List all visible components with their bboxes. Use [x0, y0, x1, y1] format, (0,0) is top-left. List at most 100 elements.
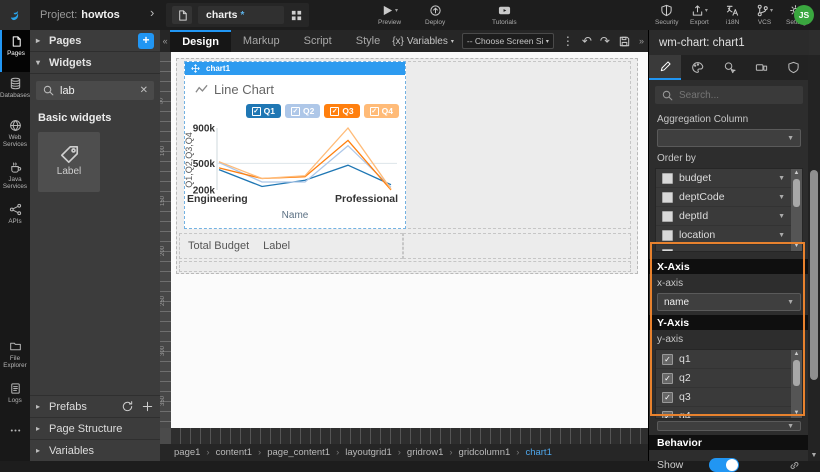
widget-search-input[interactable]	[60, 85, 135, 97]
properties-search-input[interactable]	[679, 90, 797, 101]
total-budget-label[interactable]: Total Budget	[188, 240, 249, 252]
move-icon[interactable]	[191, 64, 201, 74]
y-axis-row-q2[interactable]: ✓q2	[656, 369, 791, 388]
export-button[interactable]: ▾Export	[690, 3, 709, 26]
layout-grid[interactable]: Total Budget Label chart1 Line Chart ✓Q1…	[176, 58, 638, 274]
x-axis-select[interactable]: name ▼	[657, 293, 801, 311]
aggregation-column-select[interactable]: ▼	[657, 129, 801, 147]
checkbox-checked[interactable]: ✓	[662, 373, 673, 384]
legend-q3[interactable]: ✓Q3	[324, 104, 359, 118]
y-axis-row-q1[interactable]: ✓q1	[656, 350, 791, 369]
section-page-structure[interactable]: ▸Page Structure	[30, 417, 160, 439]
rail-item-java-services[interactable]: Java Services	[0, 156, 30, 198]
chart-widget-selection-header[interactable]: chart1	[185, 62, 405, 75]
i18n-button[interactable]: i18N	[726, 3, 739, 26]
checkbox-checked[interactable]: ✓	[662, 392, 673, 403]
chevron-down-icon[interactable]: ▼	[778, 251, 785, 252]
tab-devices[interactable]	[745, 55, 777, 80]
tab-markup[interactable]: Markup	[231, 30, 292, 52]
checkbox-checked[interactable]: ✓	[662, 354, 673, 365]
undo-button[interactable]: ↶	[582, 34, 592, 48]
legend-q4[interactable]: ✓Q4	[364, 104, 399, 118]
preview-button[interactable]: ▾Preview	[378, 3, 401, 26]
collapse-left-panel-button[interactable]: «	[160, 30, 170, 52]
checkbox-unchecked[interactable]	[662, 230, 673, 241]
checkbox-checked[interactable]: ✓	[662, 411, 673, 419]
rail-item-databases[interactable]: Databases	[0, 72, 30, 114]
clear-search-icon[interactable]: ✕	[140, 85, 148, 96]
page-file-icon[interactable]	[172, 6, 192, 24]
grid-cell-empty-2[interactable]	[403, 233, 631, 259]
wavemaker-logo[interactable]	[0, 0, 30, 30]
breadcrumb-chart1[interactable]: chart1	[525, 447, 551, 458]
tab-charts[interactable]: charts *	[198, 6, 284, 24]
breadcrumb-content1[interactable]: content1	[216, 447, 252, 458]
y-axis-row-q4[interactable]: ✓q4	[656, 407, 791, 418]
order-by-row-budget[interactable]: budget▼	[656, 169, 791, 188]
checkbox-unchecked[interactable]	[662, 249, 673, 252]
widget-search[interactable]: ✕	[36, 81, 154, 100]
grid-row-empty[interactable]	[179, 261, 631, 272]
chevron-down-icon[interactable]: ▼	[778, 194, 785, 201]
screen-size-select[interactable]: -- Choose Screen Size -- ▾	[462, 33, 554, 49]
order-by-row-location[interactable]: location▼	[656, 226, 791, 245]
section-pages[interactable]: ▸ Pages +	[30, 30, 160, 52]
pages-grid-icon[interactable]	[290, 9, 303, 22]
legend-q2[interactable]: ✓Q2	[285, 104, 320, 118]
save-button[interactable]	[618, 35, 631, 48]
breadcrumb-page_content1[interactable]: page_content1	[267, 447, 330, 458]
variables-button[interactable]: {x} Variables ▾	[392, 36, 454, 47]
order-by-row-name[interactable]: name▼	[656, 245, 791, 251]
add-page-button[interactable]: +	[138, 33, 154, 49]
legend-q1[interactable]: ✓Q1	[246, 104, 281, 118]
user-avatar[interactable]: JS	[794, 5, 814, 25]
expand-right-panel-button[interactable]: »	[639, 36, 644, 46]
y-axis-scrollbar[interactable]: ▲ ▼	[791, 350, 802, 418]
order-by-row-deptId[interactable]: deptId▼	[656, 207, 791, 226]
clipped-dropdown[interactable]: ▼	[657, 421, 801, 431]
section-prefabs[interactable]: ▸Prefabs	[30, 395, 160, 417]
properties-search[interactable]	[655, 86, 803, 104]
tab-properties[interactable]	[649, 55, 681, 80]
checkbox-unchecked[interactable]	[662, 173, 673, 184]
label-widget[interactable]: Label	[263, 240, 290, 252]
section-widgets[interactable]: ▾ Widgets	[30, 52, 160, 74]
grid-cell-empty[interactable]	[403, 61, 631, 229]
breadcrumb-gridrow1[interactable]: gridrow1	[407, 447, 443, 458]
chevron-down-icon[interactable]: ▼	[778, 175, 785, 182]
widget-label-card[interactable]: Label	[38, 132, 100, 192]
page-surface[interactable]: Total Budget Label chart1 Line Chart ✓Q1…	[171, 52, 648, 428]
section-variables[interactable]: ▸Variables	[30, 439, 160, 461]
rail-item-more[interactable]	[0, 419, 30, 461]
tab-events[interactable]	[713, 55, 745, 80]
vcs-button[interactable]: ▾VCS	[756, 3, 773, 26]
y-axis-row-q3[interactable]: ✓q3	[656, 388, 791, 407]
tab-style[interactable]: Style	[344, 30, 392, 52]
more-options-icon[interactable]: ⋮	[562, 34, 574, 48]
chevron-down-icon[interactable]: ▼	[778, 232, 785, 239]
tab-styles[interactable]	[681, 55, 713, 80]
deploy-button[interactable]: Deploy	[425, 3, 445, 26]
refresh-icon[interactable]	[121, 400, 134, 413]
breadcrumb-gridcolumn1[interactable]: gridcolumn1	[459, 447, 511, 458]
rail-item-pages[interactable]: Pages	[0, 30, 30, 72]
tutorials-button[interactable]: Tutorials	[492, 3, 517, 26]
order-by-row-deptCode[interactable]: deptCode▼	[656, 188, 791, 207]
add-prefab-icon[interactable]	[141, 400, 154, 413]
order-by-scrollbar[interactable]: ▲ ▼	[791, 169, 802, 251]
breadcrumb-page1[interactable]: page1	[174, 447, 200, 458]
rail-item-apis[interactable]: APIs	[0, 198, 30, 240]
rail-item-file-explorer[interactable]: File Explorer	[0, 335, 30, 377]
security-button[interactable]: Security	[655, 3, 678, 26]
chart-widget[interactable]: chart1 Line Chart ✓Q1✓Q2✓Q3✓Q4 900k500k2…	[184, 61, 406, 229]
rail-item-web-services[interactable]: Web Services	[0, 114, 30, 156]
tab-security[interactable]	[777, 55, 809, 80]
tab-script[interactable]: Script	[292, 30, 344, 52]
redo-button[interactable]: ↷	[600, 34, 610, 48]
tab-design[interactable]: Design	[170, 30, 231, 52]
rail-item-logs[interactable]: Logs	[0, 377, 30, 419]
checkbox-unchecked[interactable]	[662, 211, 673, 222]
breadcrumb-layoutgrid1[interactable]: layoutgrid1	[345, 447, 391, 458]
grid-cell-labels[interactable]: Total Budget Label	[179, 233, 403, 259]
chevron-down-icon[interactable]: ▼	[778, 213, 785, 220]
